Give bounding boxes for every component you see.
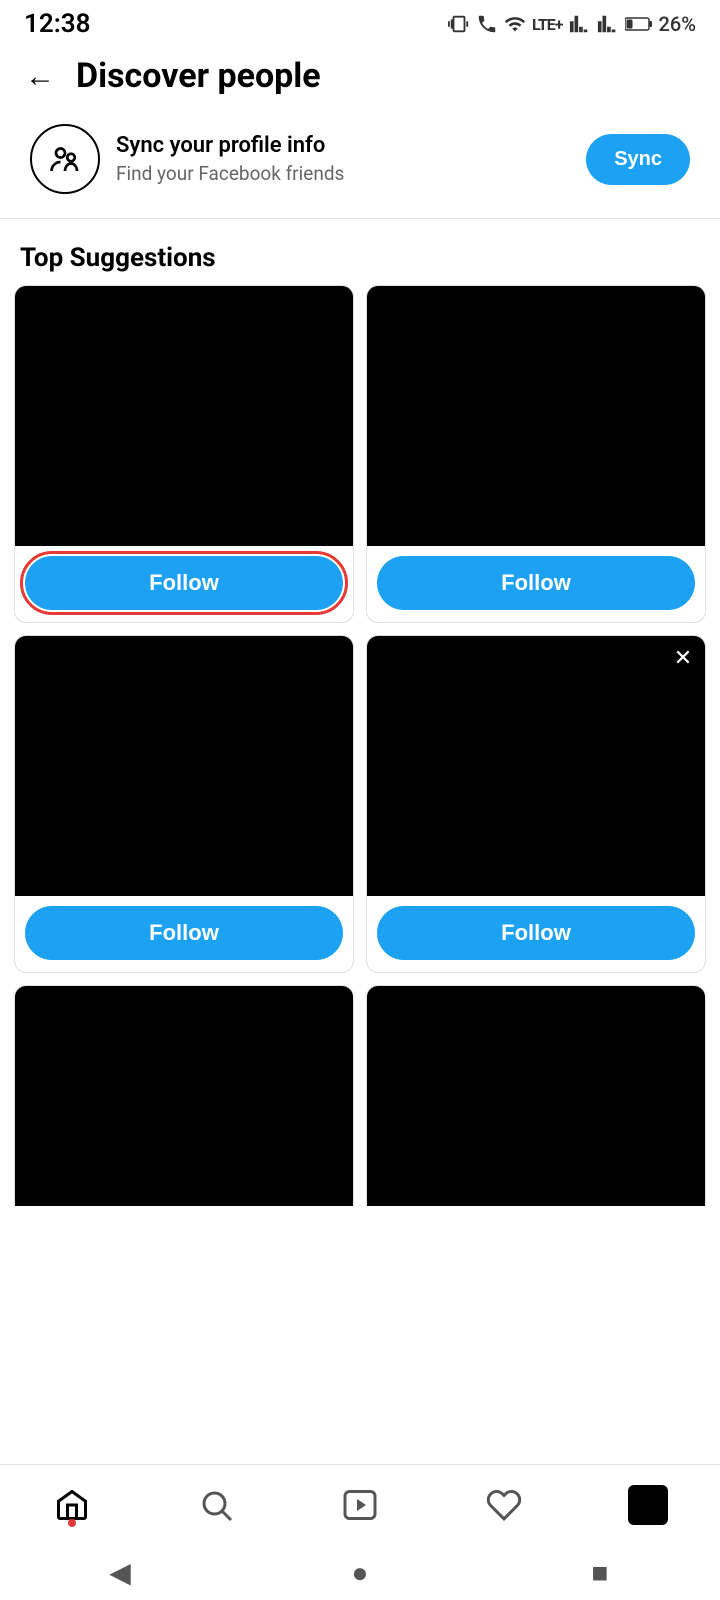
back-arrow-icon: ← — [25, 59, 55, 94]
card-footer-2: Follow — [367, 546, 705, 622]
video-icon — [342, 1487, 378, 1523]
android-nav: ◀ ● ■ — [0, 1544, 720, 1600]
home-icon — [54, 1487, 90, 1523]
vibrate-icon — [448, 13, 470, 35]
card-image-5 — [15, 986, 353, 1206]
wifi-icon — [504, 13, 526, 35]
card-image-6 — [367, 986, 705, 1206]
suggestion-card-1: Follow — [14, 285, 354, 623]
lte-icon: LTE+ — [532, 15, 563, 34]
signal2-icon — [597, 13, 619, 35]
divider — [0, 218, 720, 219]
bottom-nav — [0, 1464, 720, 1544]
page-title: Discover people — [76, 56, 321, 96]
card-image-3 — [15, 636, 353, 896]
sync-subtitle: Find your Facebook friends — [116, 162, 570, 185]
status-time: 12:38 — [24, 9, 91, 39]
android-home-button[interactable]: ● — [320, 1544, 400, 1600]
suggestion-card-3: Follow — [14, 635, 354, 973]
follow-button-2[interactable]: Follow — [377, 556, 695, 610]
card-image-1 — [15, 286, 353, 546]
battery-percentage: 26% — [659, 12, 696, 36]
home-dot — [68, 1519, 76, 1527]
card-image-4: ✕ — [367, 636, 705, 896]
card-footer-1: Follow — [15, 546, 353, 622]
search-icon — [198, 1487, 234, 1523]
signal1-icon — [569, 13, 591, 35]
card-footer-3: Follow — [15, 896, 353, 972]
android-back-button[interactable]: ◀ — [80, 1544, 160, 1600]
suggestion-card-2: Follow — [366, 285, 706, 623]
heart-icon — [486, 1487, 522, 1523]
follow-button-4[interactable]: Follow — [377, 906, 695, 960]
lte-call-icon — [476, 13, 498, 35]
header: ← Discover people — [0, 44, 720, 108]
people-sync-icon — [47, 141, 83, 177]
follow-button-3[interactable]: Follow — [25, 906, 343, 960]
card-image-2 — [367, 286, 705, 546]
nav-home[interactable] — [32, 1475, 112, 1535]
suggestion-card-5 — [14, 985, 354, 1206]
close-icon-4[interactable]: ✕ — [669, 644, 697, 672]
suggestion-card-6 — [366, 985, 706, 1206]
suggestion-card-4: ✕ Follow — [366, 635, 706, 973]
sync-icon-circle — [30, 124, 100, 194]
nav-video[interactable] — [320, 1475, 400, 1535]
follow-button-1[interactable]: Follow — [25, 556, 343, 610]
android-recent-button[interactable]: ■ — [560, 1544, 640, 1600]
sync-banner: Sync your profile info Find your Faceboo… — [10, 108, 710, 210]
status-icons: LTE+ 26% — [448, 12, 696, 36]
sync-text: Sync your profile info Find your Faceboo… — [116, 133, 570, 185]
suggestions-grid: Follow Follow Follow ✕ Follow — [0, 285, 720, 1206]
sync-title: Sync your profile info — [116, 133, 570, 158]
nav-likes[interactable] — [464, 1475, 544, 1535]
back-button[interactable]: ← — [20, 56, 60, 96]
status-bar: 12:38 LTE+ 26% — [0, 0, 720, 44]
section-title: Top Suggestions — [0, 227, 720, 285]
battery-icon — [625, 13, 653, 35]
card-footer-4: Follow — [367, 896, 705, 972]
profile-avatar — [628, 1485, 668, 1525]
sync-button[interactable]: Sync — [586, 134, 690, 185]
nav-profile[interactable] — [608, 1475, 688, 1535]
nav-search[interactable] — [176, 1475, 256, 1535]
